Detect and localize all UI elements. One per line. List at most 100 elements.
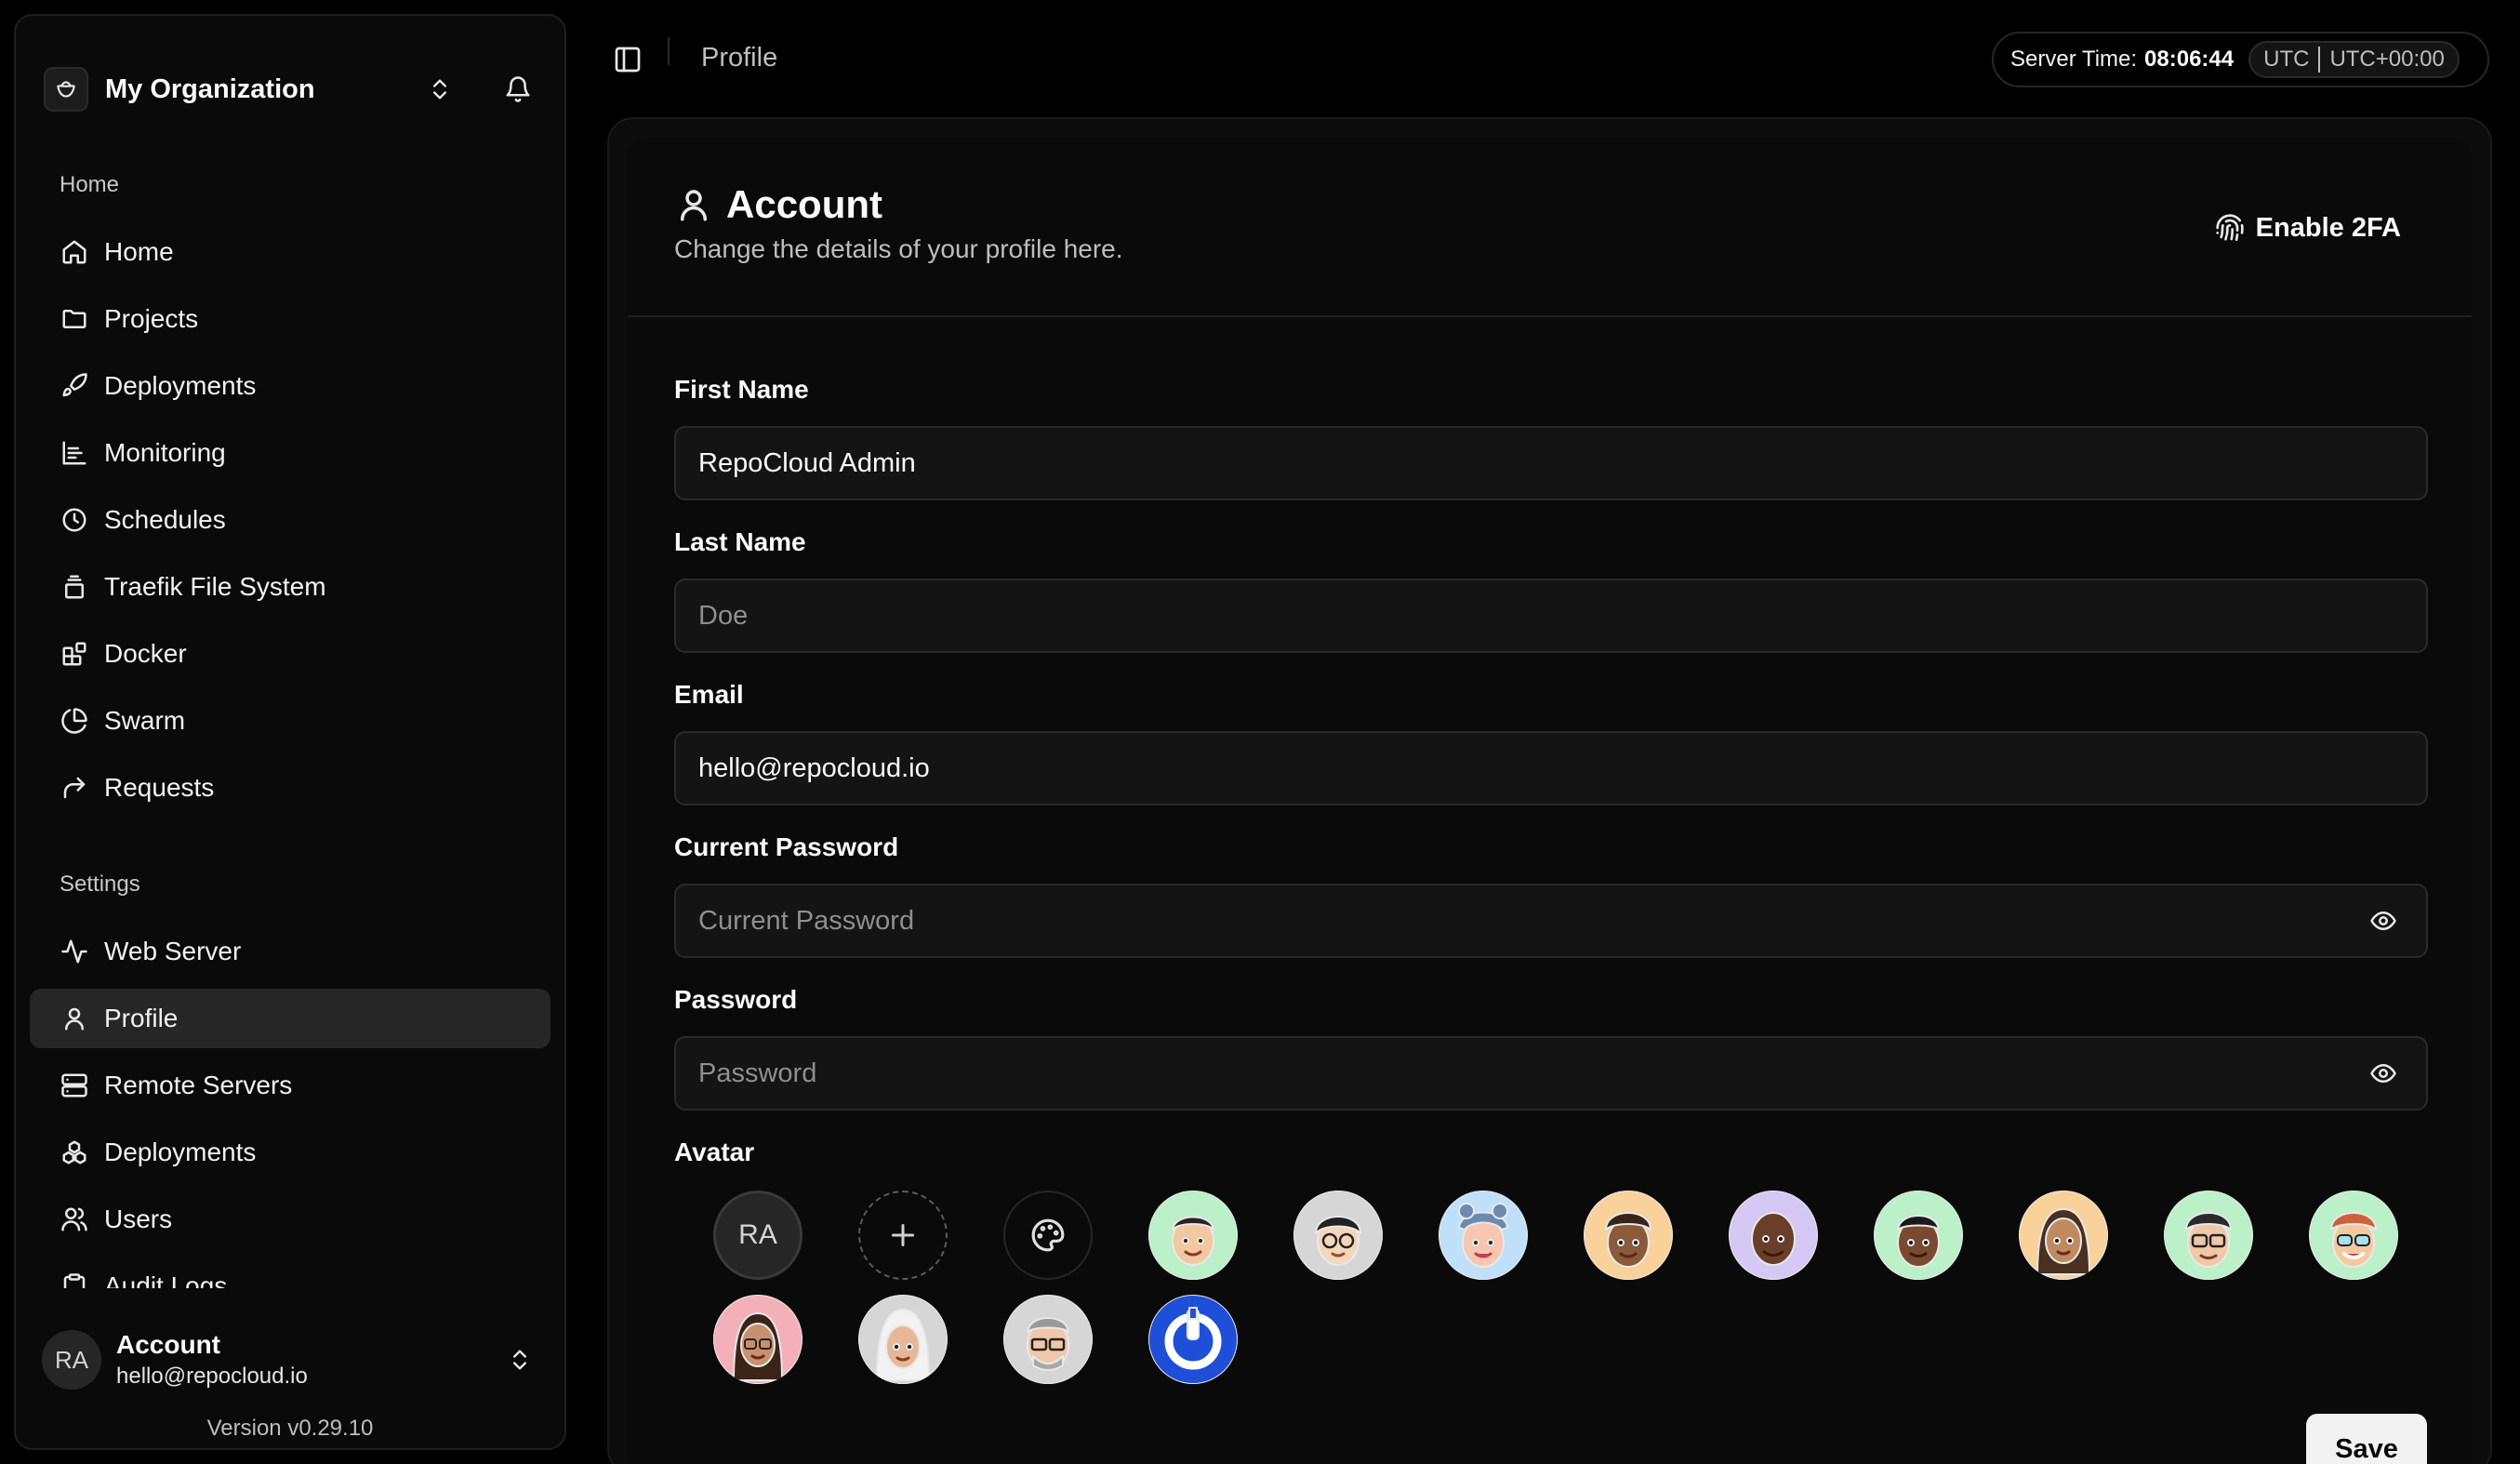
first-name-label: First Name xyxy=(674,375,809,404)
timezone-name: UTC xyxy=(2263,47,2310,72)
avatar-option-memoji-7[interactable] xyxy=(2019,1191,2108,1280)
sidebar-item-traefik[interactable]: Traefik File System xyxy=(30,557,550,617)
divider xyxy=(668,37,670,65)
email-label: Email xyxy=(674,680,744,709)
memoji-icon xyxy=(1293,1191,1383,1280)
last-name-field xyxy=(674,579,2428,653)
sidebar-item-deployments[interactable]: Deployments xyxy=(30,356,550,416)
memoji-icon xyxy=(2164,1191,2253,1280)
timezone-badge: UTC UTC+00:00 xyxy=(2248,41,2460,78)
sidebar-toggle-icon[interactable] xyxy=(609,41,646,78)
sidebar-item-label: Remote Servers xyxy=(104,1071,293,1099)
avatar-label: Avatar xyxy=(674,1138,755,1166)
memoji-icon xyxy=(1584,1191,1673,1280)
upload-avatar-button[interactable] xyxy=(858,1191,948,1280)
avatar-option-memoji-6[interactable] xyxy=(1874,1191,1963,1280)
avatar-initials-option[interactable]: RA xyxy=(713,1191,802,1280)
server-time-badge: Server Time: 08:06:44 UTC UTC+00:00 xyxy=(1992,32,2489,87)
sidebar-item-monitoring[interactable]: Monitoring xyxy=(30,423,550,483)
sidebar-item-swarm[interactable]: Swarm xyxy=(30,691,550,751)
account-card: Account Change the details of your profi… xyxy=(628,138,2472,1464)
chevrons-up-down-icon[interactable] xyxy=(501,1341,538,1378)
avatar-options-row-2 xyxy=(713,1295,1293,1384)
plus-icon xyxy=(886,1218,920,1252)
avatar-options: RA xyxy=(713,1191,2454,1280)
sidebar-nav: Home Home Projects Deployments Monitorin… xyxy=(30,155,550,1288)
avatar: RA xyxy=(42,1330,101,1390)
memoji-icon xyxy=(1439,1191,1528,1280)
home-icon xyxy=(60,237,89,267)
save-button[interactable]: Save xyxy=(2306,1414,2427,1464)
sidebar-item-label: Profile xyxy=(104,1004,179,1032)
folder-icon xyxy=(60,304,89,334)
avatar-option-memoji-4[interactable] xyxy=(1584,1191,1673,1280)
sidebar-item-remote-servers[interactable]: Remote Servers xyxy=(30,1056,550,1115)
color-avatar-button[interactable] xyxy=(1003,1191,1093,1280)
sidebar-item-projects[interactable]: Projects xyxy=(30,289,550,349)
org-switcher[interactable]: My Organization xyxy=(44,48,537,130)
sidebar-item-label: Deployments xyxy=(104,371,257,400)
sidebar-item-docker[interactable]: Docker xyxy=(30,624,550,684)
avatar-option-memoji-11[interactable] xyxy=(858,1295,948,1384)
sidebar-item-profile[interactable]: Profile xyxy=(30,989,550,1048)
blocks-icon xyxy=(60,639,89,669)
card-header: Account Change the details of your profi… xyxy=(628,138,2472,317)
page-description: Change the details of your profile here. xyxy=(674,234,1123,263)
memoji-icon xyxy=(858,1295,948,1384)
nav-group-home-label: Home xyxy=(60,172,120,197)
avatar-option-memoji-5[interactable] xyxy=(1729,1191,1818,1280)
memoji-icon xyxy=(713,1295,802,1384)
sidebar-item-deployments-settings[interactable]: Deployments xyxy=(30,1123,550,1182)
sidebar-item-label: Users xyxy=(104,1204,173,1233)
fingerprint-icon xyxy=(2215,213,2245,243)
avatar-option-brand[interactable] xyxy=(1148,1295,1238,1384)
divider xyxy=(2318,47,2321,73)
sidebar-item-schedules[interactable]: Schedules xyxy=(30,490,550,550)
sidebar-item-requests[interactable]: Requests xyxy=(30,758,550,818)
sidebar-item-web-server[interactable]: Web Server xyxy=(30,922,550,981)
forward-arrow-icon xyxy=(60,773,89,803)
sidebar-item-label: Swarm xyxy=(104,706,186,735)
enable-2fa-label: Enable 2FA xyxy=(2255,212,2401,243)
user-menu[interactable]: RA Account hello@repocloud.io xyxy=(42,1323,538,1397)
chevrons-up-down-icon[interactable] xyxy=(421,71,458,108)
sidebar-item-audit-logs[interactable]: Audit Logs xyxy=(30,1257,550,1288)
avatar-option-memoji-2[interactable] xyxy=(1293,1191,1383,1280)
avatar-option-memoji-1[interactable] xyxy=(1148,1191,1238,1280)
sidebar-item-label: Audit Logs xyxy=(104,1271,228,1288)
boxes-icon xyxy=(60,1138,89,1167)
eye-icon[interactable] xyxy=(2355,1045,2411,1101)
sidebar-item-label: Traefik File System xyxy=(104,572,326,601)
bell-icon[interactable] xyxy=(499,71,537,108)
app-version: Version v0.29.10 xyxy=(206,1416,374,1441)
clock-icon xyxy=(60,505,89,535)
first-name-input[interactable] xyxy=(698,447,2426,479)
sidebar-item-label: Monitoring xyxy=(104,438,226,467)
user-name: Account xyxy=(116,1330,220,1359)
org-logo-icon xyxy=(44,67,88,112)
memoji-icon xyxy=(1003,1295,1093,1384)
user-info: Account hello@repocloud.io xyxy=(116,1330,501,1390)
last-name-input[interactable] xyxy=(698,600,2426,632)
avatar-option-memoji-8[interactable] xyxy=(2164,1191,2253,1280)
sidebar-item-label: Schedules xyxy=(104,505,226,534)
avatar-option-memoji-9[interactable] xyxy=(2309,1191,2398,1280)
current-password-input[interactable] xyxy=(698,905,2355,937)
palette-icon xyxy=(1030,1218,1066,1253)
avatar-option-memoji-10[interactable] xyxy=(713,1295,802,1384)
last-name-label: Last Name xyxy=(674,527,806,556)
server-time-label: Server Time: xyxy=(2010,47,2138,72)
sidebar-item-home[interactable]: Home xyxy=(30,222,550,282)
current-password-label: Current Password xyxy=(674,832,899,861)
enable-2fa-button[interactable]: Enable 2FA xyxy=(2215,205,2401,251)
memoji-icon xyxy=(1874,1191,1963,1280)
avatar-option-memoji-12[interactable] xyxy=(1003,1295,1093,1384)
email-input[interactable] xyxy=(698,752,2426,784)
avatar-option-memoji-3[interactable] xyxy=(1439,1191,1528,1280)
password-input[interactable] xyxy=(698,1058,2355,1089)
sidebar-item-label: Docker xyxy=(104,639,187,668)
sidebar-item-users[interactable]: Users xyxy=(30,1190,550,1249)
memoji-icon xyxy=(1729,1191,1818,1280)
page-title: Account xyxy=(726,182,882,226)
eye-icon[interactable] xyxy=(2355,893,2411,949)
